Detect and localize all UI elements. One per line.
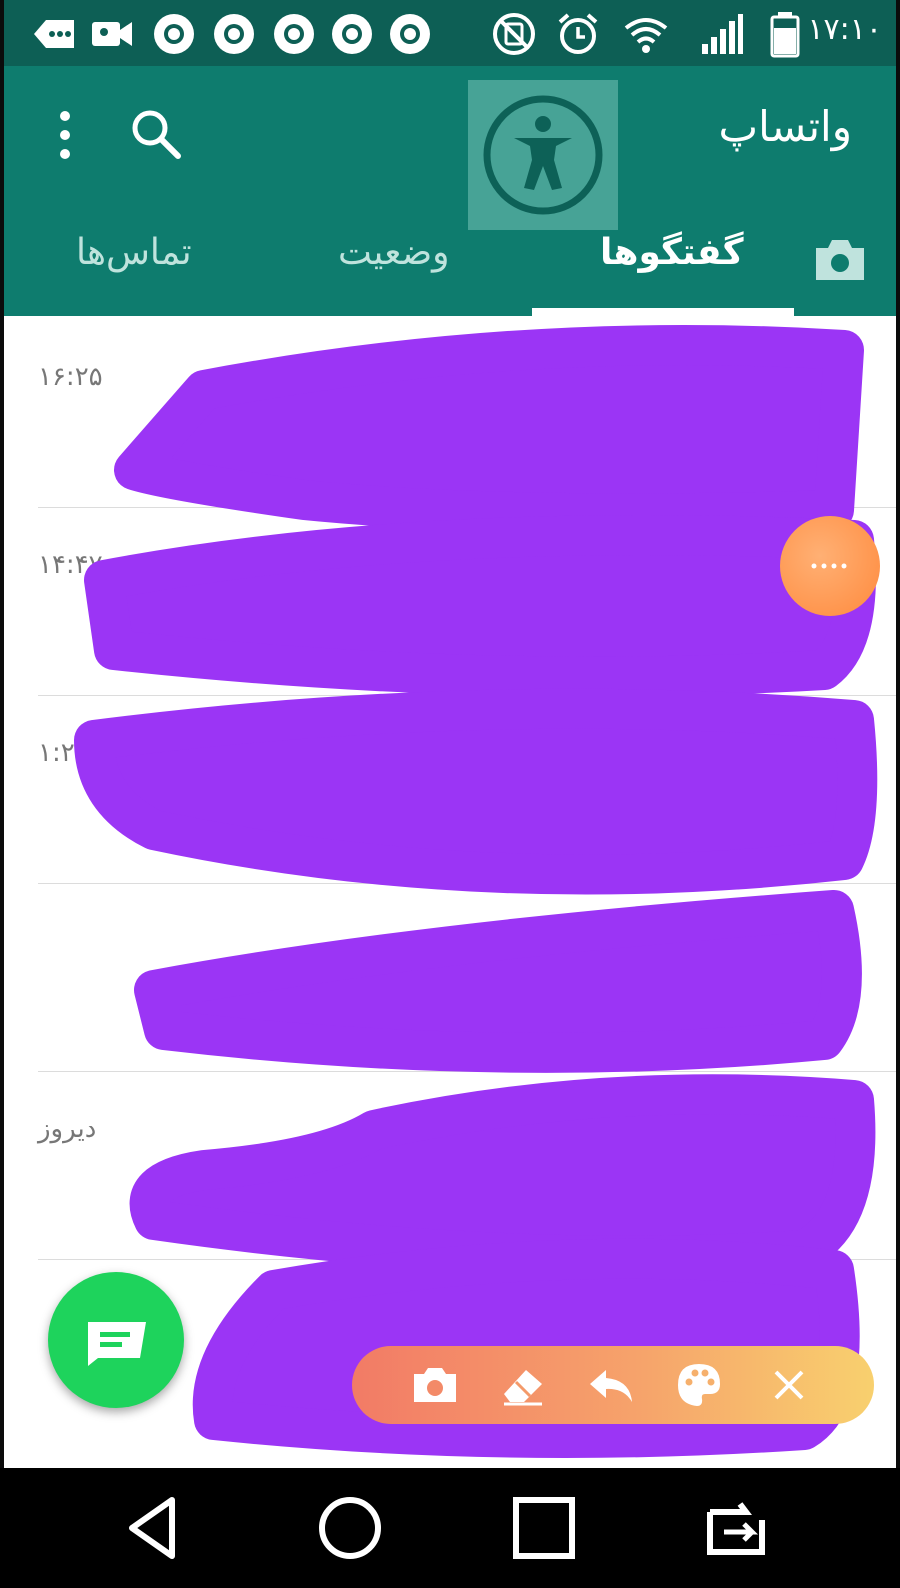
app-bar: واتساپ گفتگوها وضعیت تماس‌ها [4, 66, 896, 316]
dots-icon [811, 563, 847, 569]
camera-tab-icon[interactable] [812, 236, 868, 284]
alarm-icon [558, 13, 598, 54]
more-options-icon[interactable] [50, 106, 80, 164]
signal-icon [702, 14, 743, 54]
close-icon[interactable] [762, 1358, 816, 1412]
back-icon[interactable] [120, 1492, 192, 1564]
video-call-icon [92, 22, 132, 46]
chrome-icon [390, 14, 430, 54]
status-time: ۱۷:۱۰ [807, 12, 882, 47]
battery-icon [770, 12, 800, 58]
eraser-icon[interactable] [496, 1358, 550, 1412]
app-title: واتساپ [718, 102, 852, 151]
status-bar: ۱۷:۱۰ [4, 0, 896, 66]
camera-icon[interactable] [408, 1358, 462, 1412]
wifi-icon [624, 18, 668, 53]
chrome-icon [332, 14, 372, 54]
app-screen: ۱۷:۱۰ واتساپ گفتگوها وضعیت تماس‌ها [4, 0, 896, 1468]
chrome-icon [214, 14, 254, 54]
navigation-bar [0, 1468, 900, 1588]
chat-icon [88, 1322, 146, 1366]
more-notifications-icon [34, 20, 74, 48]
floating-assistant-bubble[interactable] [780, 516, 880, 616]
accessibility-icon [483, 95, 603, 215]
palette-icon[interactable] [672, 1358, 726, 1412]
home-icon[interactable] [314, 1492, 386, 1564]
tab-chats[interactable]: گفتگوها [600, 232, 744, 273]
tab-status[interactable]: وضعیت [338, 232, 450, 273]
new-chat-button[interactable] [48, 1272, 184, 1408]
accessibility-button[interactable] [468, 80, 618, 230]
search-icon[interactable] [128, 106, 184, 162]
recents-icon[interactable] [508, 1492, 580, 1564]
switch-app-icon[interactable] [700, 1492, 772, 1564]
annotation-toolbar [352, 1346, 874, 1424]
chrome-icon [154, 14, 194, 54]
chrome-icon [274, 14, 314, 54]
undo-icon[interactable] [584, 1358, 638, 1412]
tab-bar: گفتگوها وضعیت تماس‌ها [4, 216, 896, 316]
active-tab-indicator [532, 308, 794, 316]
tab-calls[interactable]: تماس‌ها [76, 232, 192, 273]
nfc-off-icon [493, 13, 535, 55]
